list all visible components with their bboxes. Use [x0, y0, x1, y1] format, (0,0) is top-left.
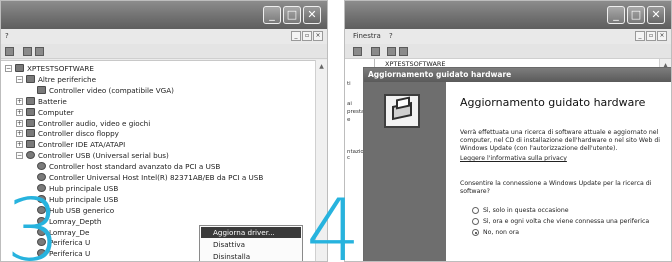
close-icon[interactable]: ✕: [303, 6, 321, 24]
mdi-restore-icon[interactable]: ▫: [646, 31, 656, 41]
unknown-device-icon: [26, 74, 35, 83]
wizard-question: Consentire la connessione a Windows Upda…: [460, 180, 652, 195]
toolbar: [345, 44, 671, 59]
expand-icon[interactable]: +: [16, 97, 23, 105]
menu-window[interactable]: Finestra: [353, 29, 381, 44]
context-menu: Aggiorna driver... Disattiva Disinstalla: [199, 225, 303, 261]
mdi-close-icon[interactable]: ×: [313, 31, 323, 41]
expand-icon[interactable]: +: [16, 119, 23, 127]
battery-icon: [26, 96, 35, 105]
close-icon[interactable]: ✕: [647, 6, 665, 24]
radio-no-not-now[interactable]: No, non ora: [472, 228, 519, 237]
expand-icon[interactable]: +: [16, 108, 23, 116]
step-number-3: 3: [6, 181, 61, 262]
scan-hardware-icon[interactable]: [35, 47, 44, 56]
maximize-icon[interactable]: □: [283, 6, 301, 24]
radio-label: Sì, solo in questa occasione: [483, 207, 569, 214]
title-bar: _ □ ✕: [1, 1, 327, 29]
wizard-side-banner: [364, 82, 446, 261]
wizard-intro: Verrà effettuata una ricerca di software…: [460, 129, 660, 152]
menu-item-update-driver[interactable]: Aggiorna driver...: [201, 227, 301, 238]
computer-icon: [15, 64, 24, 72]
tree-item-label: Computer: [38, 107, 74, 117]
properties-icon[interactable]: [5, 47, 14, 56]
privacy-link[interactable]: Leggere l'informativa sulla privacy: [460, 155, 567, 162]
step-number-4: 4: [306, 181, 361, 262]
tree-item-label: Controller IDE ATA/ATAPI: [38, 140, 126, 150]
menu-item-uninstall[interactable]: Disinstalla: [201, 251, 301, 261]
side-text: e: [347, 117, 351, 123]
menu-item-disable[interactable]: Disattiva: [201, 239, 301, 250]
tree-item-label: Altre periferiche: [38, 74, 97, 84]
tree-item-label: XPTESTSOFTWARE: [27, 64, 94, 73]
tree-item-label: Controller video (compatibile VGA): [49, 85, 174, 95]
tree-item-label: Controller Universal Host Intel(R) 82371…: [49, 173, 264, 182]
wizard-heading: Aggiornamento guidato hardware: [460, 96, 646, 109]
tree-item-label: Controller audio, video e giochi: [38, 118, 151, 128]
usb-icon: [37, 173, 46, 181]
radio-dot-selected[interactable]: [472, 229, 479, 236]
side-text: ai: [347, 101, 352, 107]
side-text: ti: [347, 81, 351, 87]
update-driver-icon[interactable]: [23, 47, 32, 56]
wizard-title: Aggiornamento guidato hardware: [364, 68, 671, 82]
toolbar: [1, 44, 327, 59]
minimize-icon[interactable]: _: [263, 6, 281, 24]
radio-yes-once[interactable]: Sì, solo in questa occasione: [472, 206, 569, 215]
tree-item-label: Controller disco floppy: [38, 129, 119, 139]
mdi-close-icon[interactable]: ×: [657, 31, 667, 41]
update-driver-icon[interactable]: [387, 47, 396, 56]
device-manager-window-2: _ □ ✕ Finestra ? _ ▫ × ti ai prestazion …: [344, 0, 672, 262]
warning-device-icon: [37, 85, 46, 94]
menu-help[interactable]: ?: [389, 29, 393, 44]
collapse-icon[interactable]: −: [16, 152, 23, 160]
wizard-content: Aggiornamento guidato hardware Verrà eff…: [460, 82, 666, 261]
menu-help[interactable]: ?: [5, 29, 9, 44]
mdi-minimize-icon[interactable]: _: [291, 31, 301, 41]
menu-bar: ? _ ▫ ×: [1, 29, 327, 44]
hardware-update-wizard: Aggiornamento guidato hardware Aggiornam…: [363, 67, 671, 261]
ide-icon: [26, 140, 35, 149]
maximize-icon[interactable]: □: [627, 6, 645, 24]
collapse-icon[interactable]: −: [5, 65, 12, 72]
radio-label: No, non ora: [483, 229, 520, 236]
scroll-up-icon[interactable]: ▲: [317, 62, 326, 71]
menu-bar: Finestra ? _ ▫ ×: [345, 29, 671, 44]
radio-label: Sì, ora e ogni volta che viene connessa …: [483, 218, 650, 225]
radio-dot[interactable]: [472, 207, 479, 214]
hardware-wizard-icon: [384, 94, 420, 128]
floppy-icon: [26, 129, 35, 138]
sound-icon: [26, 118, 35, 127]
radio-dot[interactable]: [472, 218, 479, 225]
scan-hardware-icon[interactable]: [399, 47, 408, 56]
radio-yes-always[interactable]: Sì, ora e ogni volta che viene connessa …: [472, 217, 649, 226]
mdi-restore-icon[interactable]: ▫: [302, 31, 312, 41]
minimize-icon[interactable]: _: [607, 6, 625, 24]
tree-item-label: Batterie: [38, 96, 67, 106]
expand-icon[interactable]: +: [16, 130, 23, 138]
expand-icon[interactable]: +: [16, 141, 23, 149]
tree-item-label: Controller host standard avanzato da PCI…: [49, 162, 221, 172]
properties-icon[interactable]: [353, 47, 362, 56]
usb-icon: [37, 162, 46, 171]
collapse-icon[interactable]: −: [16, 75, 23, 83]
help-icon[interactable]: [371, 47, 380, 56]
mdi-minimize-icon[interactable]: _: [635, 31, 645, 41]
usb-icon: [26, 151, 35, 160]
tree-item-label: Controller USB (Universal serial bus): [38, 151, 169, 161]
title-bar: _ □ ✕: [345, 1, 671, 29]
computer-icon: [26, 107, 35, 116]
